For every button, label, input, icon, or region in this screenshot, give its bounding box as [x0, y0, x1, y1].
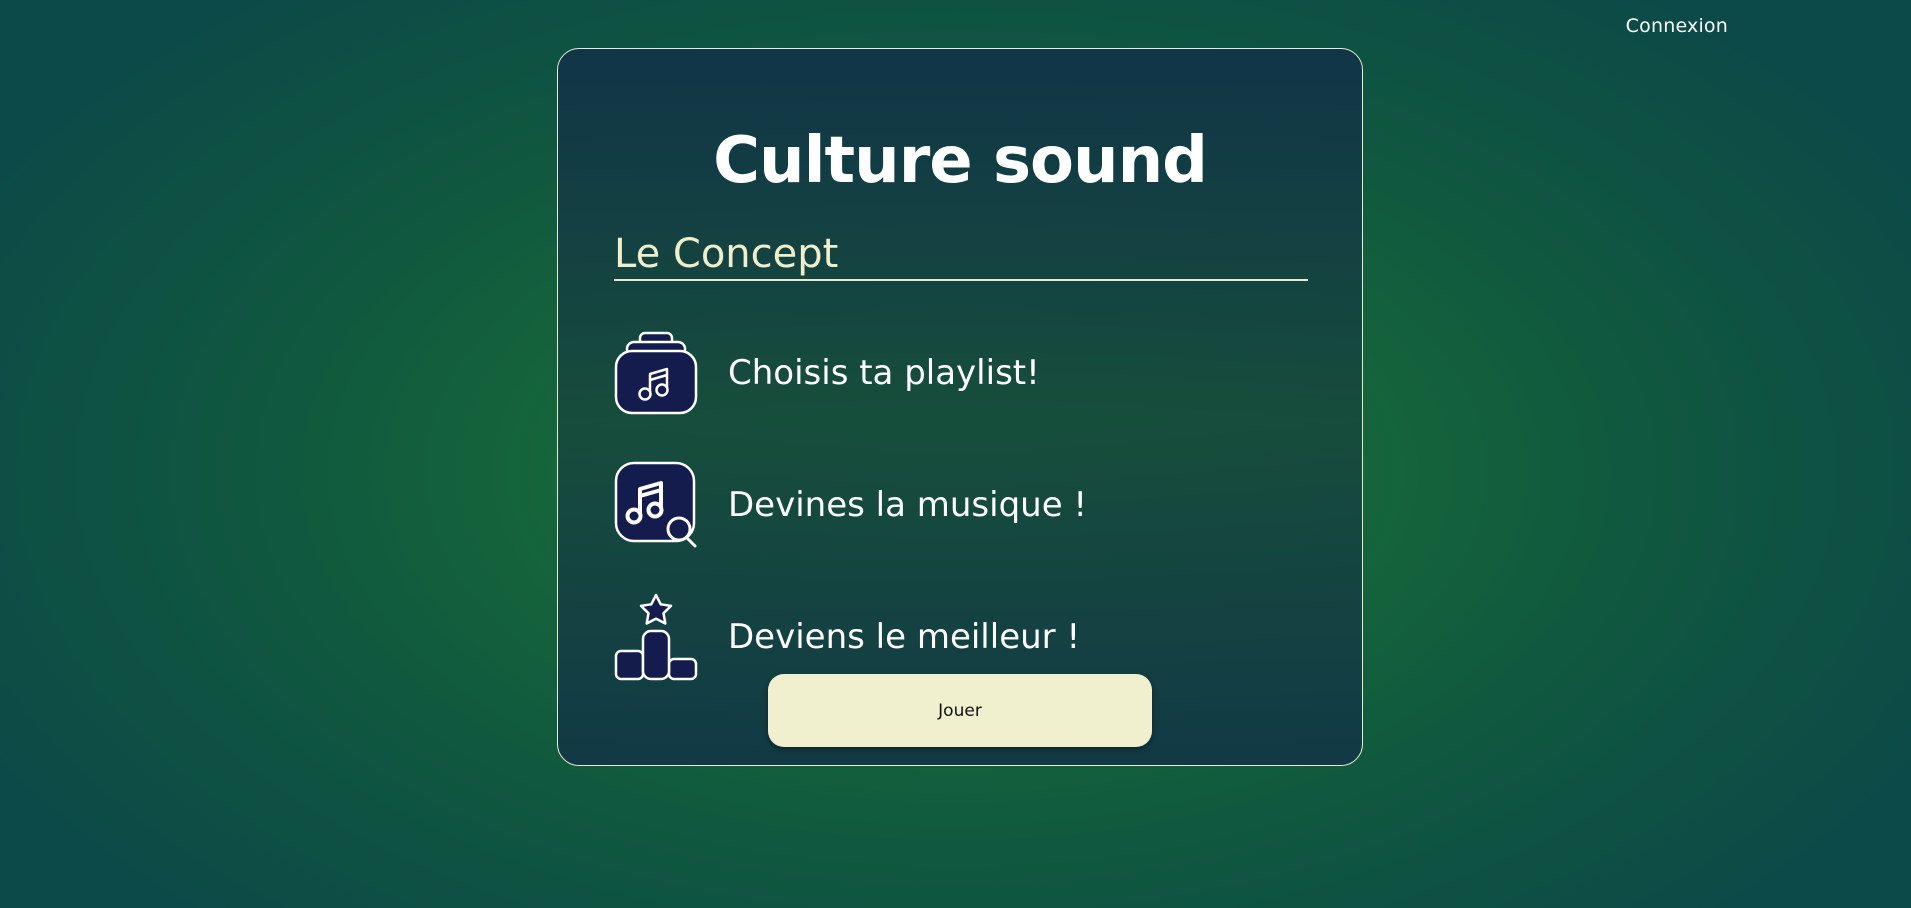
login-link[interactable]: Connexion [1626, 15, 1728, 37]
step-playlist: Choisis ta playlist! [614, 328, 1308, 418]
step-label: Deviens le meilleur ! [728, 617, 1081, 657]
concept-card: Culture sound Le Concept Choisis ta play… [557, 48, 1363, 766]
step-label: Devines la musique ! [728, 485, 1088, 525]
concept-heading: Le Concept [614, 229, 1308, 281]
page-title: Culture sound [713, 124, 1208, 198]
music-search-icon [614, 461, 698, 549]
step-best: Deviens le meilleur ! [614, 592, 1308, 682]
podium-star-icon [614, 593, 698, 681]
step-label: Choisis ta playlist! [728, 353, 1040, 393]
music-bag-icon [614, 329, 698, 417]
step-guess: Devines la musique ! [614, 460, 1308, 550]
play-button[interactable]: Jouer [768, 674, 1152, 747]
